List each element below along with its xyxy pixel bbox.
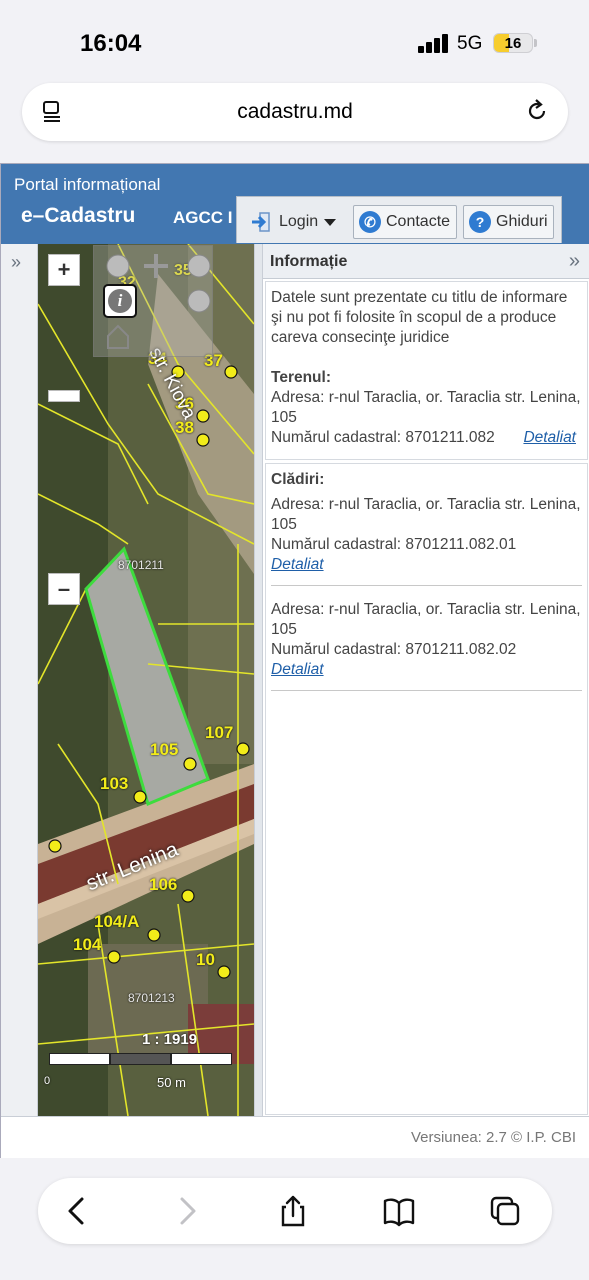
map-block-label-8701211: 8701211: [118, 558, 164, 572]
cladire-item: Adresa: r-nul Taraclia, or. Taraclia str…: [271, 600, 582, 680]
expand-layers-icon[interactable]: »: [11, 252, 21, 273]
identify-tool-button[interactable]: i: [103, 284, 137, 318]
map-block-label-8701213: 8701213: [128, 991, 175, 1005]
contacte-button[interactable]: ✆ Contacte: [353, 205, 457, 239]
battery-level: 16: [504, 35, 522, 52]
network-type: 5G: [457, 33, 483, 54]
reload-icon[interactable]: [524, 98, 550, 124]
info-panel-title: Informație: [270, 253, 348, 270]
map-label-104a: 104/A: [94, 912, 140, 931]
browser-toolbar: [38, 1178, 552, 1244]
contacte-label: Contacte: [386, 213, 451, 230]
scale-distance-label: 50 m: [157, 1075, 186, 1090]
teren-address: Adresa: r-nul Taraclia, or. Taraclia str…: [271, 389, 581, 426]
divider: [271, 690, 582, 691]
back-icon[interactable]: [60, 1194, 94, 1228]
map-view[interactable]: 32 35 34 37 36 38 107 105 103 106 104/A …: [38, 244, 254, 1116]
cladire-cadastral-number: Numărul cadastral: 8701211.082.01: [271, 536, 517, 553]
site-footer: Versiunea: 2.7 © I.P. CBI: [1, 1116, 589, 1158]
battery-tip: [534, 39, 537, 47]
clock: 16:04: [80, 30, 142, 57]
zoom-in-button[interactable]: +: [48, 254, 80, 286]
map-label-105: 105: [150, 740, 179, 759]
share-icon[interactable]: [276, 1194, 310, 1228]
cladire-detaliat-link[interactable]: Detaliat: [271, 555, 324, 575]
cladiri-card: Clădiri: Adresa: r-nul Taraclia, or. Tar…: [265, 463, 588, 1115]
teren-detaliat-link[interactable]: Detaliat: [523, 428, 576, 448]
battery-icon: 16: [493, 33, 533, 53]
teren-heading: Terenul:: [271, 369, 331, 386]
info-panel: Informație » Datele sunt prezentate cu t…: [263, 244, 589, 1116]
site-header: Portal informațional e–Cadastru AGCC I L…: [1, 164, 589, 244]
map-label-10: 10: [196, 950, 215, 969]
info-panel-header: Informație »: [263, 244, 589, 279]
map-imagery: [38, 244, 254, 1116]
help-icon: ?: [469, 211, 491, 233]
ghiduri-label: Ghiduri: [496, 213, 548, 230]
login-label: Login: [279, 213, 319, 230]
portal-title: Portal informațional: [14, 175, 161, 194]
address-bar[interactable]: cadastru.md: [22, 83, 568, 141]
map-label-104: 104: [73, 935, 102, 954]
collapse-panel-icon[interactable]: »: [569, 250, 580, 273]
status-bar: 16:04 5G 16: [0, 0, 589, 82]
cladire-cadastral-number: Numărul cadastral: 8701211.082.02: [271, 641, 517, 658]
bookmarks-icon[interactable]: [382, 1194, 416, 1228]
version-text: Versiunea: 2.7 © I.P. CBI: [410, 1129, 576, 1146]
map-label-103: 103: [100, 774, 129, 793]
cladire-address: Adresa: r-nul Taraclia, or. Taraclia str…: [271, 601, 581, 638]
ghiduri-button[interactable]: ? Ghiduri: [463, 205, 554, 239]
zoom-out-button[interactable]: –: [48, 573, 80, 605]
scale-zero-label: 0: [44, 1075, 51, 1087]
login-button[interactable]: Login: [245, 205, 349, 239]
cladire-item: Adresa: r-nul Taraclia, or. Taraclia str…: [271, 495, 582, 575]
teren-cadastral-number: Numărul cadastral: 8701211.082: [271, 429, 495, 446]
scale-ratio: 1 : 1919: [142, 1031, 198, 1048]
map-label-106: 106: [149, 875, 178, 894]
teren-card: Datele sunt prezentate cu titlu de infor…: [265, 281, 588, 460]
map-label-107: 107: [205, 723, 234, 742]
brand-logo-text[interactable]: e–Cadastru: [21, 204, 135, 228]
info-icon: i: [108, 289, 132, 313]
signal-icon: [418, 33, 450, 53]
forward-icon[interactable]: [170, 1194, 204, 1228]
layers-collapsed-panel: »: [1, 244, 38, 1116]
panel-splitter[interactable]: [254, 244, 263, 1116]
scale-bar: [49, 1052, 254, 1065]
url-text[interactable]: cadastru.md: [22, 100, 568, 124]
phone-icon: ✆: [359, 211, 381, 233]
cladiri-heading: Clădiri:: [271, 471, 325, 488]
agcc-label: AGCC I: [173, 208, 233, 227]
disclaimer-text: Datele sunt prezentate cu titlu de infor…: [271, 289, 568, 346]
zoom-slider-handle[interactable]: [48, 390, 80, 402]
login-icon: [252, 212, 270, 232]
tabs-icon[interactable]: [488, 1194, 522, 1228]
divider: [271, 585, 582, 586]
chevron-down-icon: [324, 219, 337, 226]
cladire-detaliat-link[interactable]: Detaliat: [271, 660, 324, 680]
cladire-address: Adresa: r-nul Taraclia, or. Taraclia str…: [271, 496, 581, 533]
header-toolbar: Login ✆ Contacte ? Ghiduri: [236, 196, 562, 243]
web-page: Portal informațional e–Cadastru AGCC I L…: [0, 163, 589, 1158]
